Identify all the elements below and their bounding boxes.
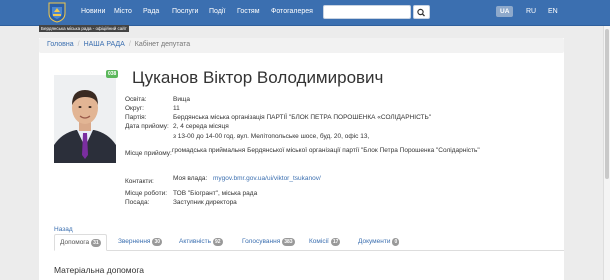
nav-link-news[interactable]: Новини xyxy=(81,8,105,15)
district-label: Округ: xyxy=(125,105,144,112)
search-button[interactable] xyxy=(413,5,430,19)
logo-tooltip: Бердянська міська рада - офіційний сайт xyxy=(39,25,129,32)
tab-documents-label: Документи xyxy=(358,238,391,245)
position-value: Заступник директора xyxy=(173,199,237,206)
language-en[interactable]: EN xyxy=(548,8,558,15)
search-input[interactable] xyxy=(323,5,411,19)
nav-link-photo-gallery[interactable]: Фотогалерея xyxy=(271,8,313,15)
section-title: Матеріальна допомога xyxy=(54,265,144,275)
nav-link-guests[interactable]: Гостям xyxy=(237,8,260,15)
education-value: Вища xyxy=(173,96,190,103)
workplace-value: ТОВ "Біогрант", міська рада xyxy=(173,190,258,197)
tab-help[interactable]: Допомога 31 xyxy=(54,234,107,251)
party-value: Бердянська міська організація ПАРТІЇ "БЛ… xyxy=(173,114,432,121)
tab-voting-label: Голосування xyxy=(242,238,281,245)
district-value: 11 xyxy=(173,105,180,112)
top-navbar: Новини Місто Рада Послуги Події Гостям Ф… xyxy=(0,0,610,26)
tab-voting[interactable]: Голосування 383 xyxy=(237,234,300,251)
tab-help-count: 31 xyxy=(91,239,101,247)
tab-voting-count: 383 xyxy=(282,238,295,246)
page-scrollbar[interactable] xyxy=(603,26,610,280)
scrollbar-thumb[interactable] xyxy=(605,29,609,179)
language-ua[interactable]: UA xyxy=(496,6,514,17)
my-power-label: Моя влада: xyxy=(173,175,208,182)
breadcrumb-our-council[interactable]: НАША РАДА xyxy=(84,41,125,48)
tab-activity[interactable]: Активність 92 xyxy=(174,234,228,251)
position-label: Посада: xyxy=(125,199,150,206)
tab-commissions[interactable]: Комісії 17 xyxy=(304,234,345,251)
contacts-label: Контакти: xyxy=(125,178,154,185)
nav-link-services[interactable]: Послуги xyxy=(172,8,198,15)
tab-commissions-count: 17 xyxy=(330,238,341,246)
tab-activity-count: 92 xyxy=(212,238,223,246)
nav-link-events[interactable]: Події xyxy=(209,8,225,15)
tab-documents-count: 0 xyxy=(392,238,400,246)
party-label: Партія: xyxy=(125,114,147,121)
deputy-name: Цуканов Віктор Володимирович xyxy=(132,68,384,87)
language-ru[interactable]: RU xyxy=(526,8,536,15)
deputy-photo xyxy=(54,75,116,163)
tab-commissions-label: Комісії xyxy=(309,238,329,245)
reception-date-label: Дата прийому: xyxy=(125,123,169,130)
workplace-label: Місце роботи: xyxy=(125,190,168,197)
tab-appeals-count: 30 xyxy=(152,238,163,246)
city-coat-of-arms-logo[interactable] xyxy=(47,2,67,23)
nav-link-city[interactable]: Місто xyxy=(114,8,132,15)
reception-date-value: 2, 4 середа місяця xyxy=(173,123,229,130)
tab-appeals-label: Звернення xyxy=(118,238,151,245)
breadcrumb-current: Кабінет депутата xyxy=(134,41,191,48)
reception-time-value: з 13-00 до 14-00 год. вул. Мелітопольськ… xyxy=(173,133,370,140)
reception-place-label: Місце прийому: xyxy=(125,150,172,157)
nav-link-council[interactable]: Рада xyxy=(143,8,159,15)
breadcrumb-home[interactable]: Головна xyxy=(47,41,74,48)
tab-activity-label: Активність xyxy=(179,238,211,245)
tab-appeals[interactable]: Звернення 30 xyxy=(113,234,167,251)
my-power-link[interactable]: mygov.bmr.gov.ua/ui/viktor_tsukanov/ xyxy=(213,175,321,183)
tab-documents[interactable]: Документи 0 xyxy=(353,234,404,251)
profile-tabs: Допомога 31 Звернення 30 Активність 92 Голо… xyxy=(54,234,564,251)
education-label: Освіта: xyxy=(125,96,147,103)
main-content: Головна / НАША РАДА / Кабінет депутата 038 Ц… xyxy=(39,38,564,280)
breadcrumb: Головна / НАША РАДА / Кабінет депутата xyxy=(39,38,564,53)
tab-help-label: Допомога xyxy=(60,239,90,246)
search-icon xyxy=(417,8,425,17)
deputy-number-badge: 038 xyxy=(106,70,119,78)
back-link[interactable]: Назад xyxy=(54,226,73,233)
reception-place-value: громадська приймальня Бердянської місько… xyxy=(172,147,480,154)
